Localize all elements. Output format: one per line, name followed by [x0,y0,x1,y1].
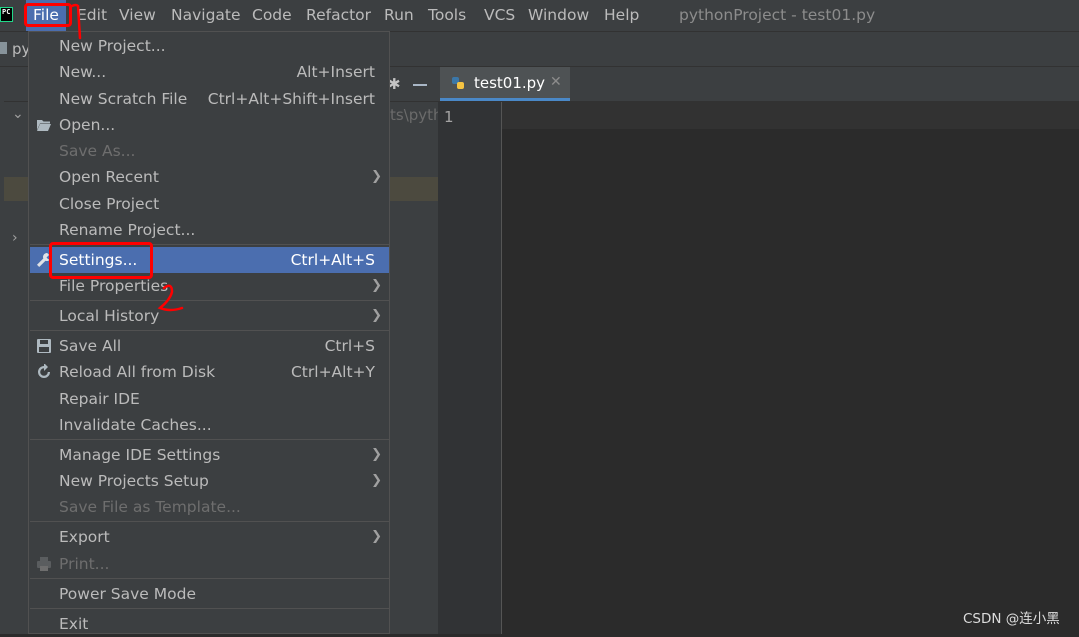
menu-tools[interactable]: Tools [428,0,466,31]
menu-item-open[interactable]: Open... [30,112,389,138]
menu-item-manage-ide-settings[interactable]: Manage IDE Settings ❯ [30,442,389,468]
menu-code[interactable]: Code [252,0,292,31]
menu-item-reload-all[interactable]: Reload All from Disk Ctrl+Alt+Y [30,359,389,385]
submenu-arrow-icon: ❯ [371,529,382,544]
menu-separator [30,439,389,440]
menu-item-invalidate-caches[interactable]: Invalidate Caches... [30,412,389,438]
menu-item-close-project[interactable]: Close Project [30,191,389,217]
submenu-arrow-icon: ❯ [371,447,382,462]
save-icon [37,339,51,353]
submenu-arrow-icon: ❯ [371,169,382,184]
close-icon[interactable]: ✕ [550,74,562,90]
annotation-box-file [24,3,72,27]
submenu-arrow-icon: ❯ [371,308,382,323]
menu-item-open-recent[interactable]: Open Recent ❯ [30,164,389,190]
hide-pane-icon[interactable] [413,84,427,86]
menu-separator [30,330,389,331]
menu-item-new-projects-setup[interactable]: New Projects Setup ❯ [30,468,389,494]
annotation-mark-1 [70,3,82,40]
folder-icon [0,42,7,54]
menu-item-new[interactable]: New... Alt+Insert [30,59,389,85]
menu-separator [30,300,389,301]
menu-item-print[interactable]: Print... [30,551,389,577]
submenu-arrow-icon: ❯ [371,278,382,293]
refresh-icon [38,364,50,378]
project-path-text: ts\pyth [390,106,443,124]
menu-vcs[interactable]: VCS [484,0,515,31]
python-file-icon [452,77,464,89]
editor-gutter [438,102,502,634]
menu-item-save-as[interactable]: Save As... [30,138,389,164]
current-line-highlight [502,102,1079,129]
printer-icon [37,557,51,571]
code-editor[interactable] [502,129,1079,634]
tab-label: test01.py [474,74,546,92]
submenu-arrow-icon: ❯ [371,473,382,488]
menu-item-rename-project[interactable]: Rename Project... [30,217,389,243]
menu-separator [30,578,389,579]
menu-window[interactable]: Window [528,0,589,31]
menu-view[interactable]: View [119,0,156,31]
pycharm-logo-icon: PC [0,7,13,22]
menu-run[interactable]: Run [384,0,414,31]
menu-item-repair-ide[interactable]: Repair IDE [30,386,389,412]
watermark: CSDN @连小黑 [963,611,1060,627]
chevron-right-icon[interactable]: › [12,230,18,246]
chevron-down-icon[interactable]: ⌄ [12,106,24,122]
menu-refactor[interactable]: Refactor [306,0,371,31]
menu-separator [30,521,389,522]
menu-navigate[interactable]: Navigate [171,0,241,31]
annotation-box-settings [49,242,153,279]
window-title: pythonProject - test01.py [679,6,876,24]
menu-item-save-all[interactable]: Save All Ctrl+S [30,333,389,359]
menu-separator [30,608,389,609]
menu-item-power-save-mode[interactable]: Power Save Mode [30,581,389,607]
menu-item-export[interactable]: Export ❯ [30,524,389,550]
menu-bar: PC File Edit View Navigate Code Refactor… [0,0,1079,32]
annotation-mark-2 [157,284,184,312]
menu-item-new-scratch-file[interactable]: New Scratch File Ctrl+Alt+Shift+Insert [30,86,389,112]
line-number: 1 [444,108,454,126]
menu-help[interactable]: Help [604,0,639,31]
menu-item-local-history[interactable]: Local History ❯ [30,303,389,329]
open-folder-icon [37,120,51,131]
file-menu-dropdown: New Project... New... Alt+Insert New Scr… [28,31,390,634]
menu-item-exit[interactable]: Exit [30,611,389,637]
menu-item-save-as-template[interactable]: Save File as Template... [30,494,389,520]
